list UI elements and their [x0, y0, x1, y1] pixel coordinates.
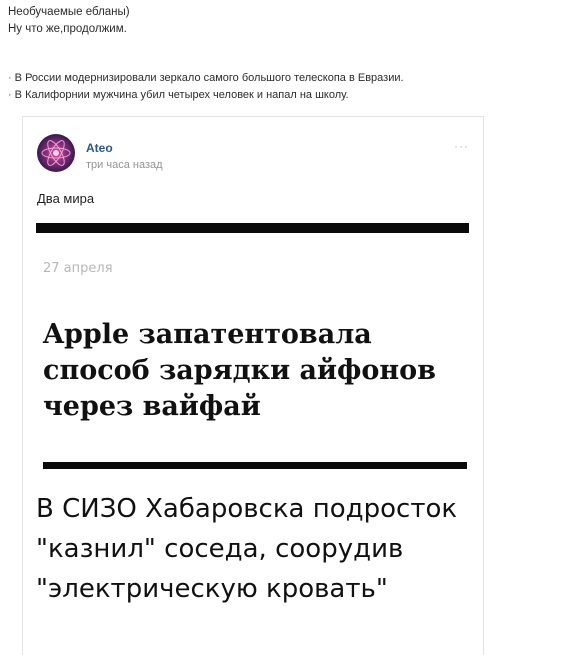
bullet-list: · В России модернизировали зеркало самого…	[8, 70, 404, 104]
post-timestamp[interactable]: три часа назад	[86, 159, 163, 171]
author-name-link[interactable]: Ateo	[86, 141, 113, 155]
intro-line-2: Ну что же,продолжим.	[8, 23, 127, 35]
intro-text: Необучаемые ебланы) Ну что же,продолжим.	[8, 4, 130, 38]
headline-apple: Apple запатентовала способ зарядки айфон…	[43, 319, 436, 422]
divider-bar	[43, 462, 467, 469]
bullet-text: В Калифорнии мужчина убил четырех челове…	[14, 89, 349, 101]
intro-line-1: Необучаемые ебланы)	[8, 6, 130, 18]
bullet-dot-icon: ·	[8, 72, 12, 84]
article-date: 27 апреля	[43, 261, 113, 276]
headline-khabarovsk: В СИЗО Хабаровска подросток "казнил" сос…	[36, 494, 458, 604]
avatar[interactable]	[37, 134, 75, 172]
post-text: Два мира	[37, 191, 95, 206]
bullet-item: · В Калифорнии мужчина убил четырех челов…	[8, 87, 404, 104]
divider-bar	[36, 223, 469, 233]
atom-icon	[41, 140, 71, 166]
embedded-post-card: Ateo три часа назад ··· Два мира 27 апре…	[22, 116, 484, 655]
more-options-icon[interactable]: ···	[454, 139, 469, 153]
bullet-text: В России модернизировали зеркало самого …	[14, 72, 404, 84]
bullet-dot-icon: ·	[8, 89, 12, 101]
bullet-item: · В России модернизировали зеркало самого…	[8, 70, 404, 87]
